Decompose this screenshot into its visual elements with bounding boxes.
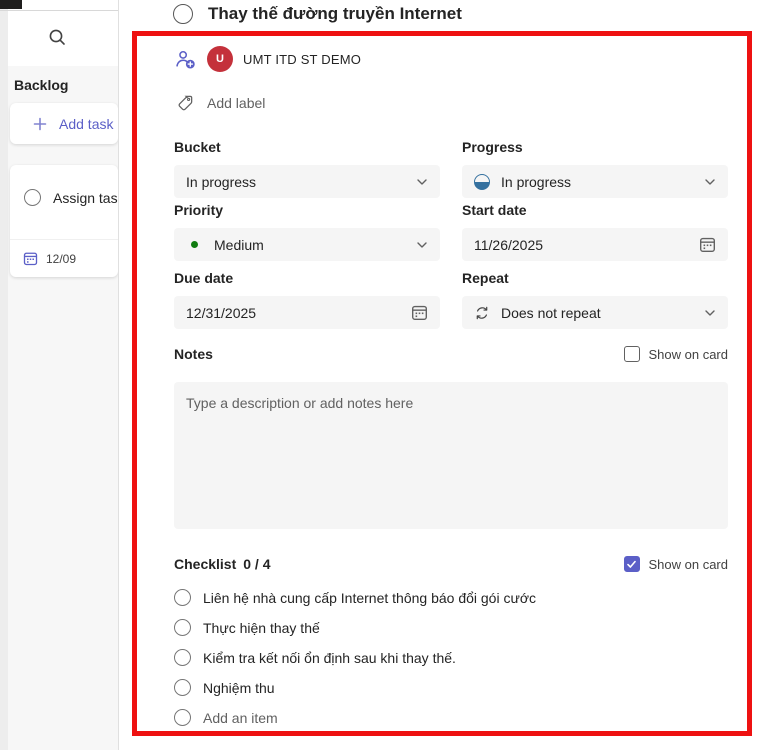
checklist-count: 0 / 4	[243, 556, 270, 572]
checklist-item-circle[interactable]	[174, 649, 191, 666]
checklist-show-on-card-toggle[interactable]: Show on card	[624, 556, 729, 572]
plus-icon	[32, 116, 48, 132]
calendar-icon[interactable]	[411, 304, 428, 321]
due-date-field[interactable]: 12/31/2025	[174, 296, 440, 329]
board-column-title: Backlog	[14, 77, 68, 93]
priority-dropdown[interactable]: Medium	[174, 228, 440, 261]
notes-label: Notes	[174, 346, 213, 362]
task-card-due-date: 12/09	[46, 252, 76, 266]
checklist-item[interactable]: Kiểm tra kết nối ổn định sau khi thay th…	[174, 649, 456, 666]
add-label-text: Add label	[207, 95, 265, 111]
planner-task-detail-screen: Backlog Add task Assign task	[0, 0, 771, 750]
in-progress-icon	[474, 174, 490, 190]
checklist-item-circle[interactable]	[174, 679, 191, 696]
repeat-dropdown[interactable]: Does not repeat	[462, 296, 728, 329]
priority-value: Medium	[214, 237, 264, 253]
checklist-item-circle	[174, 709, 191, 726]
complete-task-circle[interactable]	[24, 189, 41, 206]
assignee-row: U UMT ITD ST DEMO	[174, 46, 361, 72]
left-rail	[0, 0, 8, 750]
start-date-field[interactable]: 11/26/2025	[462, 228, 728, 261]
priority-medium-icon	[191, 241, 198, 248]
assignee-name: UMT ITD ST DEMO	[243, 52, 361, 67]
notes-input[interactable]	[174, 382, 728, 529]
avatar[interactable]: U	[207, 46, 233, 72]
add-label-button[interactable]: Add label	[176, 94, 265, 112]
checklist-add-item-label: Add an item	[203, 710, 278, 726]
priority-label: Priority	[174, 202, 440, 218]
checkbox-unchecked[interactable]	[624, 346, 640, 362]
checklist-show-on-card-label: Show on card	[649, 557, 729, 572]
task-detail-panel: Thay thế đường truyền Internet U UMT ITD…	[118, 0, 771, 750]
chevron-down-icon	[416, 176, 428, 188]
chevron-down-icon	[416, 239, 428, 251]
bucket-label: Bucket	[174, 139, 440, 155]
start-date-value: 11/26/2025	[474, 237, 543, 253]
repeat-icon	[474, 305, 490, 321]
repeat-value: Does not repeat	[501, 305, 601, 321]
bucket-value: In progress	[186, 174, 256, 190]
progress-value: In progress	[501, 174, 571, 190]
checklist-item-label: Thực hiện thay thế	[203, 620, 320, 636]
repeat-label: Repeat	[462, 270, 728, 286]
progress-dropdown[interactable]: In progress	[462, 165, 728, 198]
checkbox-checked[interactable]	[624, 556, 640, 572]
board-column-body: Backlog Add task Assign task	[8, 66, 118, 750]
window-edge	[0, 0, 22, 9]
bucket-dropdown[interactable]: In progress	[174, 165, 440, 198]
add-task-button[interactable]: Add task	[10, 103, 118, 144]
checklist-item-circle[interactable]	[174, 589, 191, 606]
search-icon[interactable]	[47, 27, 67, 47]
checklist-label: Checklist	[174, 556, 236, 572]
checklist-item-label: Nghiệm thu	[203, 680, 275, 696]
top-divider	[0, 10, 118, 11]
checklist-item[interactable]: Liên hệ nhà cung cấp Internet thông báo …	[174, 589, 536, 606]
checklist-item-label: Liên hệ nhà cung cấp Internet thông báo …	[203, 590, 536, 606]
progress-label: Progress	[462, 139, 728, 155]
notes-show-on-card-label: Show on card	[649, 347, 729, 362]
tag-icon	[176, 94, 194, 112]
chevron-down-icon	[704, 307, 716, 319]
due-date-value: 12/31/2025	[186, 305, 256, 321]
checklist-add-item[interactable]: Add an item	[174, 709, 278, 726]
task-card[interactable]: Assign task 12/09	[10, 165, 118, 277]
checklist-item-label: Kiểm tra kết nối ổn định sau khi thay th…	[203, 650, 456, 666]
checklist-item[interactable]: Thực hiện thay thế	[174, 619, 320, 636]
task-card-title: Assign task	[53, 190, 118, 206]
start-date-label: Start date	[462, 202, 728, 218]
calendar-icon[interactable]	[699, 236, 716, 253]
chevron-down-icon	[704, 176, 716, 188]
due-date-label: Due date	[174, 270, 440, 286]
notes-show-on-card-toggle[interactable]: Show on card	[624, 346, 729, 362]
add-assignee-icon[interactable]	[174, 48, 197, 71]
checklist-item[interactable]: Nghiệm thu	[174, 679, 275, 696]
checklist-item-circle[interactable]	[174, 619, 191, 636]
add-task-label: Add task	[59, 116, 113, 132]
board-column-backlog: Backlog Add task Assign task	[8, 0, 118, 750]
calendar-icon	[23, 251, 38, 266]
